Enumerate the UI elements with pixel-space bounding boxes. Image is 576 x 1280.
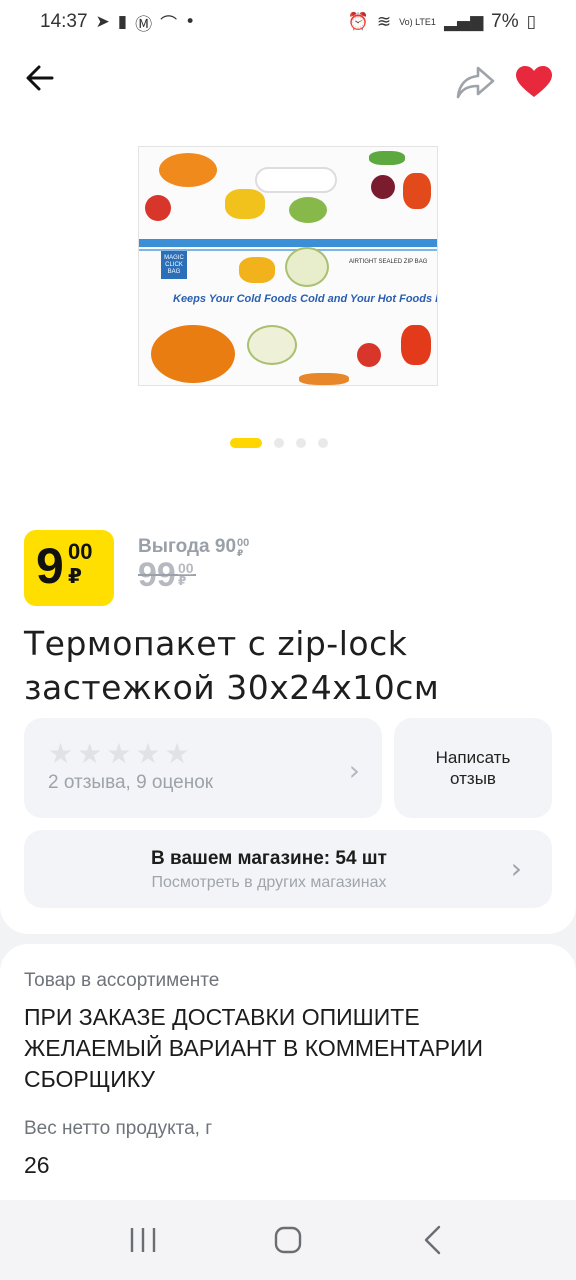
store-availability: В вашем магазине: 54 шт [151, 848, 387, 869]
saving-currency: ₽ [237, 549, 244, 559]
home-icon [274, 1226, 302, 1254]
signal-icon: ▂▄▆ [443, 12, 484, 32]
product-image[interactable]: MAGIC CLICK BAG AIRTIGHT SEALED ZIP BAG … [138, 146, 438, 386]
price-main: 9 [36, 538, 64, 594]
cloud-icon: ⌒ [160, 14, 178, 35]
bag-small-text: AIRTIGHT SEALED ZIP BAG [349, 259, 428, 265]
price-badge: 9 00 ₽ [24, 530, 114, 606]
status-bar: 14:37 ➤ ▮ Ⓜ ⌒ • ⏰ ≋ Vo) LTE1 ▂▄▆ 7% ▯ [0, 0, 576, 44]
gallery-dot[interactable] [318, 438, 328, 448]
product-title: Термопакет с zip-lock застежкой 30x24x10… [24, 624, 440, 707]
carrot-shape [299, 373, 349, 385]
system-back-button[interactable] [403, 1210, 463, 1270]
tomato-shape [145, 195, 171, 221]
reviews-summary: 2 отзыва, 9 оценок [48, 772, 214, 793]
recents-button[interactable] [113, 1210, 173, 1270]
status-left: 14:37 ➤ ▮ Ⓜ ⌒ • [40, 10, 195, 35]
bag-brand-label: MAGIC CLICK BAG [161, 251, 187, 279]
battery-icon: ▯ [526, 12, 536, 32]
store-availability-card[interactable]: В вашем магазине: 54 шт Посмотреть в дру… [24, 830, 552, 908]
assortment-note: ПРИ ЗАКАЗЕ ДОСТАВКИ ОПИШИТЕ ЖЕЛАЕМЫЙ ВАР… [24, 1004, 484, 1092]
write-review-label: Написать отзыв [435, 748, 511, 788]
star-icon: ★ [106, 737, 132, 770]
bag-tagline: Keeps Your Cold Foods Cold and Your Hot … [173, 293, 438, 305]
bag-handle [255, 167, 337, 193]
system-nav-bar [0, 1200, 576, 1280]
cauliflower-shape [285, 247, 329, 287]
more-notifications-icon: • [185, 12, 196, 32]
old-price: 99 [138, 556, 196, 594]
reviews-card[interactable]: ★ ★ ★ ★ ★ 2 отзыва, 9 оценок › [24, 718, 382, 818]
wifi-icon: ≋ [376, 12, 392, 32]
arrow-left-icon [26, 65, 54, 91]
gallery-dot[interactable] [296, 438, 306, 448]
battery-percent: 7% [491, 11, 519, 32]
pumpkin-shape [159, 153, 217, 187]
other-stores-link[interactable]: Посмотреть в других магазинах [24, 874, 514, 892]
heart-icon [516, 66, 552, 97]
gallery-dot-active[interactable] [230, 438, 262, 448]
price-currency: ₽ [68, 564, 82, 588]
cauliflower-large-shape [247, 325, 297, 365]
saving-sup: 00 ₽ [237, 538, 249, 560]
star-icon: ★ [48, 737, 74, 770]
weight-value: 26 [24, 1152, 50, 1178]
saving-cents: 00 [237, 537, 250, 549]
favorite-button[interactable] [510, 58, 558, 106]
assortment-label: Товар в ассортименте [24, 970, 220, 991]
chevron-right-icon: › [348, 754, 360, 787]
share-button[interactable] [452, 58, 500, 106]
pepper-shape [225, 189, 265, 219]
status-time: 14:37 [40, 11, 88, 32]
saving-text: Выгода 90 [138, 536, 237, 557]
status-right: ⏰ ≋ Vo) LTE1 ▂▄▆ 7% ▯ [348, 11, 536, 33]
back-button[interactable] [18, 56, 62, 100]
gallery-dot[interactable] [274, 438, 284, 448]
gallery-dots [230, 438, 328, 448]
cucumber-shape [369, 151, 405, 165]
back-chevron-icon [425, 1225, 441, 1255]
chevron-right-icon: › [510, 852, 522, 885]
recents-icon [130, 1228, 155, 1252]
rating-stars: ★ ★ ★ ★ ★ [48, 740, 190, 768]
mail-icon: Ⓜ [135, 14, 153, 35]
red-pepper-shape [403, 173, 431, 209]
star-icon: ★ [164, 737, 190, 770]
pumpkin-large-shape [151, 325, 235, 383]
bag-zipper [139, 239, 437, 247]
product-info-card: Товар в ассортименте ПРИ ЗАКАЗЕ ДОСТАВКИ… [0, 944, 576, 1200]
weight-label: Вес нетто продукта, г [24, 1118, 213, 1139]
telegram-icon: ➤ [95, 12, 110, 32]
yellow-pepper-shape [239, 257, 275, 283]
star-icon: ★ [77, 737, 103, 770]
old-price-currency: ₽ [178, 574, 187, 588]
tomato-small-shape [357, 343, 381, 367]
write-review-button[interactable]: Написать отзыв [394, 718, 552, 818]
home-button[interactable] [258, 1210, 318, 1270]
price-cents: 00 [68, 539, 93, 564]
notification-icon: ▮ [117, 12, 128, 32]
beet-shape [371, 175, 395, 199]
red-pepper-large-shape [401, 325, 431, 365]
alarm-icon: ⏰ [347, 12, 369, 32]
star-icon: ★ [135, 737, 161, 770]
cabbage-shape [289, 197, 327, 223]
share-icon [456, 66, 495, 99]
network-label: Vo) LTE1 [399, 16, 436, 27]
